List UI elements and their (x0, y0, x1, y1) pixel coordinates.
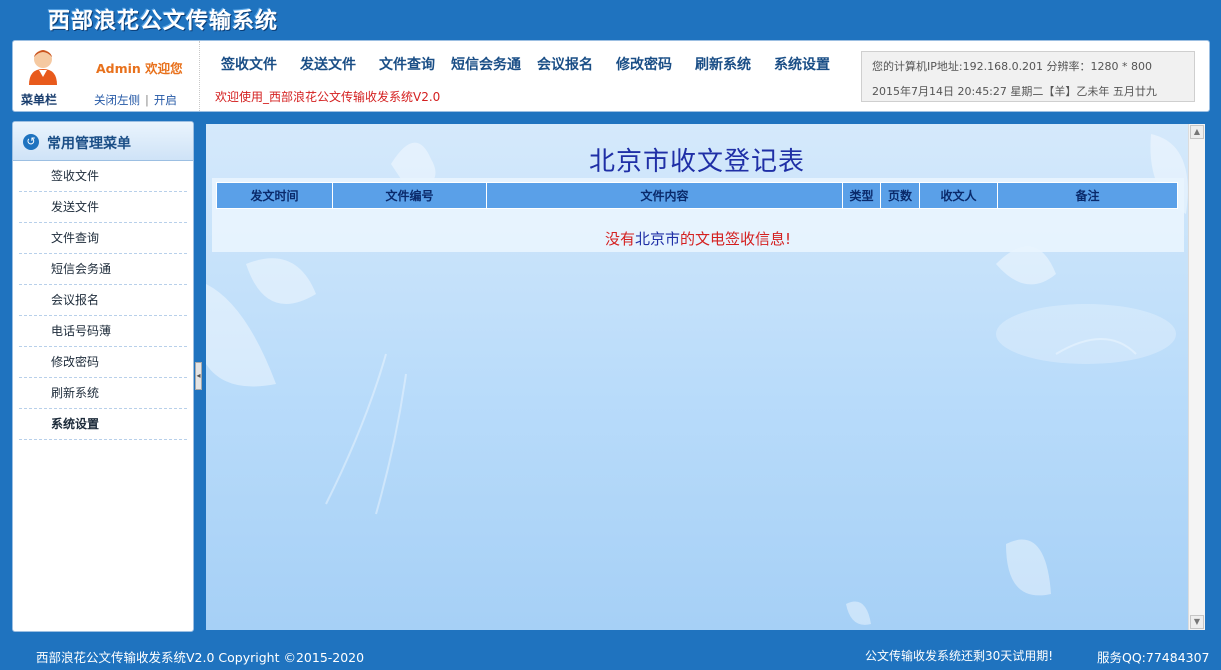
nav-sms-meeting[interactable]: 短信会务通 (451, 54, 521, 74)
empty-prefix: 没有 (604, 230, 635, 248)
sidebar-title: 常用管理菜单 (47, 136, 131, 152)
sidebar-toggle-links: 关闭左侧 | 开启 (94, 92, 177, 108)
footer-copyright: 西部浪花公文传输收发系统V2.0 Copyright ©2015-2020 (36, 650, 365, 665)
app-title: 西部浪花公文传输系统 (48, 8, 279, 34)
empty-city: 北京市 (634, 230, 680, 248)
scroll-down-icon[interactable]: ▼ (1190, 615, 1204, 629)
empty-suffix: 的文电签收信息! (680, 230, 792, 248)
page-title: 北京市收文登记表 (588, 147, 805, 177)
sidebar-item-sign-files[interactable]: 签收文件 (19, 161, 187, 192)
empty-records-message: 没有北京市的文电签收信息! (212, 228, 1184, 249)
sidebar-item-meeting-signup[interactable]: 会议报名 (19, 285, 187, 316)
open-link[interactable]: 开启 (154, 93, 177, 107)
menu-bar-label: 菜单栏 (21, 93, 58, 107)
sidebar-header: ↺ 常用管理菜单 (13, 122, 193, 161)
user-box: 菜单栏 Admin 欢迎您 关闭左侧 | 开启 (13, 41, 200, 111)
sidebar-item-sms-meeting[interactable]: 短信会务通 (19, 254, 187, 285)
separator: | (145, 93, 149, 107)
sidebar-item-change-password[interactable]: 修改密码 (19, 347, 187, 378)
system-info-panel: 您的计算机IP地址:192.168.0.201 分辨率：1280 * 800 2… (861, 51, 1195, 102)
datetime-info: 2015年7月14日 20:45:27 星期二【羊】乙未年 五月廿九 (872, 85, 1157, 98)
nav-system-settings[interactable]: 系统设置 (774, 54, 830, 74)
sidebar-menu: 签收文件 发送文件 文件查询 短信会务通 会议报名 电话号码薄 修改密码 刷新系… (13, 161, 193, 440)
admin-welcome: Admin 欢迎您 (96, 61, 183, 76)
nav-send-files[interactable]: 发送文件 (300, 54, 356, 74)
nav-query-files[interactable]: 文件查询 (379, 54, 435, 74)
sidebar-item-query-files[interactable]: 文件查询 (19, 223, 187, 254)
sidebar-item-refresh-system[interactable]: 刷新系统 (19, 378, 187, 409)
table-header-row: 发文时间 文件编号 文件内容 类型 页数 收文人 备注 (216, 182, 1178, 209)
main-content: 北京市收文登记表 发文时间 文件编号 文件内容 类型 页数 收文人 备注 没有北… (206, 124, 1188, 630)
ip-resolution-info: 您的计算机IP地址:192.168.0.201 分辨率：1280 * 800 (872, 60, 1153, 73)
close-left-link[interactable]: 关闭左侧 (94, 93, 140, 107)
content-scrollbar[interactable]: ▲ ▼ (1188, 124, 1205, 630)
sidebar-item-send-files[interactable]: 发送文件 (19, 192, 187, 223)
nav-change-password[interactable]: 修改密码 (616, 54, 672, 74)
sidebar-item-system-settings[interactable]: 系统设置 (19, 409, 187, 440)
scroll-up-icon[interactable]: ▲ (1190, 125, 1204, 139)
welcome-marquee: 欢迎使用_西部浪花公文传输收发系统V2.0 (215, 90, 441, 104)
col-pages[interactable]: 页数 (880, 182, 920, 209)
sidebar-collapse-handle[interactable]: ◂ (195, 362, 202, 390)
col-type[interactable]: 类型 (842, 182, 881, 209)
sidebar-item-phonebook[interactable]: 电话号码薄 (19, 316, 187, 347)
top-header: 菜单栏 Admin 欢迎您 关闭左侧 | 开启 签收文件 发送文件 文件查询 短信会… (12, 40, 1210, 112)
col-recipient[interactable]: 收文人 (919, 182, 998, 209)
nav-meeting-signup[interactable]: 会议报名 (537, 54, 593, 74)
user-avatar-icon (29, 50, 57, 85)
footer-trial-notice: 公文传输收发系统还剩30天试用期! (865, 649, 1054, 663)
nav-sign-files[interactable]: 签收文件 (221, 54, 277, 74)
col-file-content[interactable]: 文件内容 (486, 182, 843, 209)
records-table: 发文时间 文件编号 文件内容 类型 页数 收文人 备注 (216, 182, 1178, 209)
records-table-area: 发文时间 文件编号 文件内容 类型 页数 收文人 备注 没有北京市的文电签收信息… (212, 178, 1184, 252)
col-issue-time[interactable]: 发文时间 (216, 182, 333, 209)
col-remarks[interactable]: 备注 (997, 182, 1178, 209)
sidebar: ↺ 常用管理菜单 签收文件 发送文件 文件查询 短信会务通 会议报名 电话号码薄… (12, 121, 194, 632)
nav-refresh-system[interactable]: 刷新系统 (695, 54, 751, 74)
refresh-circle-icon: ↺ (23, 134, 39, 150)
footer-service-qq: 服务QQ:77484307 (1097, 650, 1210, 665)
col-file-number[interactable]: 文件编号 (332, 182, 487, 209)
